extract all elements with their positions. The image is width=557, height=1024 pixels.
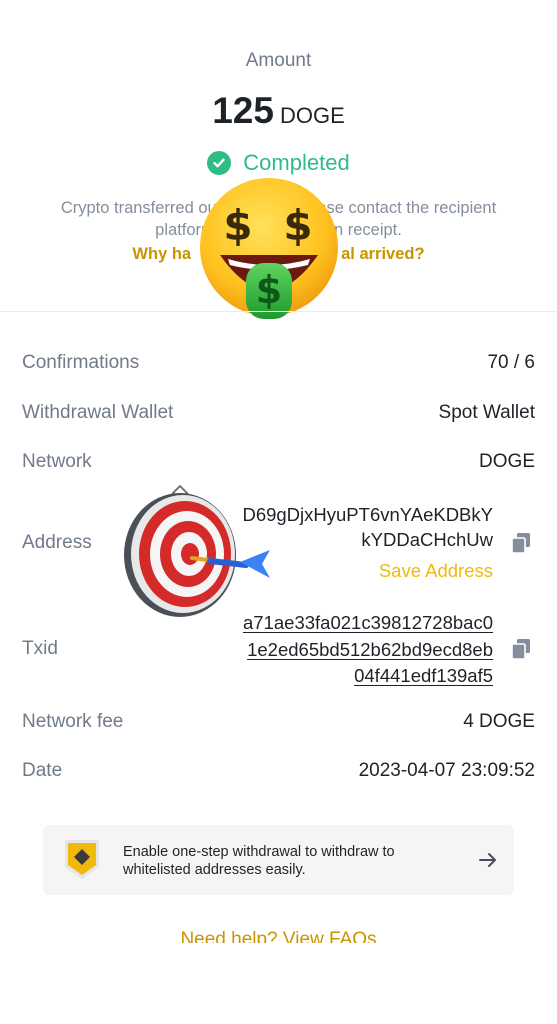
arrow-right-icon[interactable] <box>478 850 498 870</box>
money-mouth-face-icon: $ $ $ <box>200 178 338 319</box>
dartboard-icon <box>124 484 270 617</box>
help-link-text: Need help? View FAQs <box>180 929 377 943</box>
status-row: Completed <box>0 150 557 176</box>
amount-header: Amount 125 DOGE Completed Crypto transfer… <box>0 0 557 319</box>
confirmations-value: 70 / 6 <box>487 352 535 373</box>
section-divider <box>0 311 557 312</box>
wallet-value: Spot Wallet <box>438 402 535 423</box>
txid-line: 04f441edf139af5 <box>354 665 493 686</box>
why-link-end: al arrived? <box>341 245 425 263</box>
network-value: DOGE <box>479 451 535 472</box>
txid-line: a71ae33fa021c39812728bac0 <box>243 612 493 633</box>
amount-label: Amount <box>245 50 312 71</box>
save-address-link[interactable]: Save Address <box>379 560 493 582</box>
amount-unit: DOGE <box>279 103 345 128</box>
why-link-start: Why ha <box>132 245 192 263</box>
check-circle-icon <box>207 151 232 175</box>
txid-value-link[interactable]: a71ae33fa021c39812728bac0 1e2ed65bd512b6… <box>243 610 493 690</box>
svg-text:$: $ <box>256 268 282 312</box>
date-label: Date <box>22 760 63 781</box>
txid-label: Txid <box>22 638 58 659</box>
amount-value: 125 <box>212 90 274 131</box>
date-value: 2023-04-07 23:09:52 <box>358 760 535 781</box>
network-fee-row: Network fee 4 DOGE <box>22 711 535 733</box>
copy-txid-icon[interactable] <box>511 638 531 660</box>
banner-line1: Enable one-step withdrawal to withdraw t… <box>123 844 395 860</box>
svg-text:$: $ <box>283 201 312 250</box>
txid-line: 1e2ed65bd512b62bd9ecd8eb <box>247 638 493 660</box>
confirmations-row: Confirmations 70 / 6 <box>22 352 535 374</box>
address-label: Address <box>22 532 92 553</box>
svg-text:$: $ <box>223 201 252 250</box>
withdrawal-wallet-row: Withdrawal Wallet Spot Wallet <box>22 402 535 424</box>
one-step-withdrawal-banner[interactable]: Enable one-step withdrawal to withdraw t… <box>43 825 514 895</box>
network-label: Network <box>22 451 92 472</box>
wallet-label: Withdrawal Wallet <box>22 402 174 423</box>
banner-text: Enable one-step withdrawal to withdraw t… <box>123 843 443 879</box>
status-badge: Completed <box>243 150 350 175</box>
network-fee-value: 4 DOGE <box>463 711 535 732</box>
network-fee-label: Network fee <box>22 711 124 732</box>
amount-row: 125 DOGE <box>0 90 557 132</box>
banner-line2: whitelisted addresses easily. <box>123 862 306 878</box>
confirmations-label: Confirmations <box>22 352 140 373</box>
help-faq-link[interactable]: Need help? View FAQs <box>0 926 557 943</box>
network-row: Network DOGE <box>22 451 535 473</box>
address-line2: kYDDaCHchUw <box>361 529 493 550</box>
info-line1-end: ase contact the recipient <box>317 199 497 217</box>
address-line1: D69gDjxHyuPT6vnYAeKDBkY <box>242 504 493 525</box>
shield-icon <box>65 840 99 879</box>
copy-address-icon[interactable] <box>511 532 531 554</box>
address-value: D69gDjxHyuPT6vnYAeKDBkY kYDDaCHchUw <box>242 502 493 552</box>
date-row: Date 2023-04-07 23:09:52 <box>22 760 535 782</box>
